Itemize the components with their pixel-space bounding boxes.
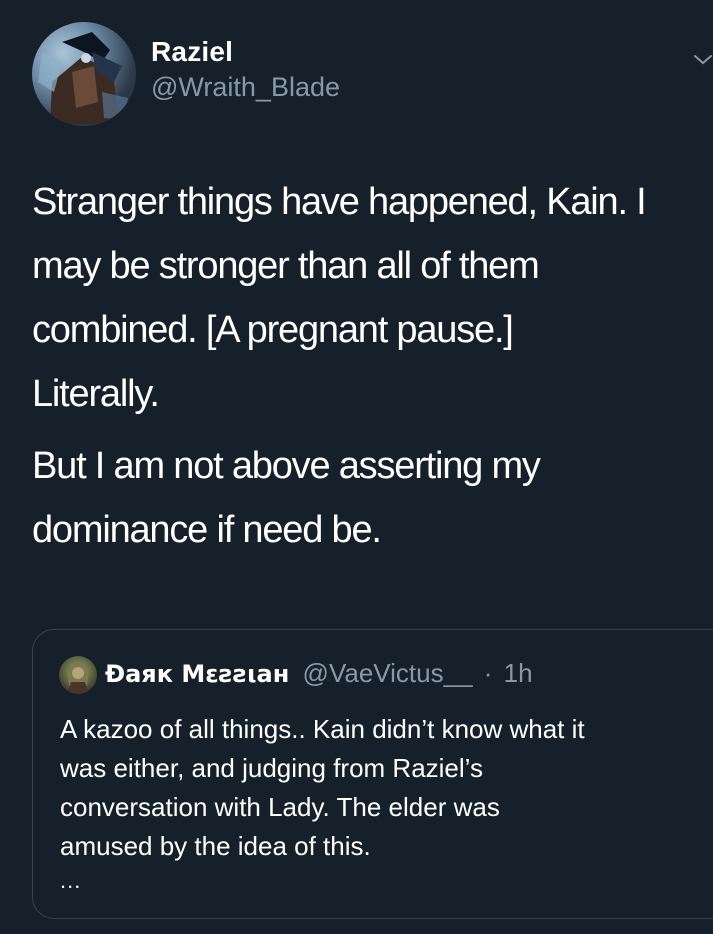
quoted-truncation-ellipsis: ... [60,868,82,893]
tweet-text: Stranger things have happened, Kain. I m… [32,170,713,562]
tweet-line: But I am not above asserting my [32,445,541,487]
quoted-tweet-header: Ɖаяк Мεƨƨιан @VaeVictus__ · 1h [105,658,533,689]
avatar-figure [38,32,128,126]
tweet-paragraph-1: Stranger things have happened, Kain. I m… [32,170,713,426]
author-avatar[interactable] [32,22,136,126]
tweet-paragraph-2: But I am not above asserting my dominanc… [32,434,713,562]
quoted-line: conversation with Lady. The elder was [60,792,500,822]
chevron-down-icon[interactable] [693,50,713,70]
tweet-line: combined. [A pregnant pause.] [32,309,514,351]
author-handle[interactable]: @Wraith_Blade [151,72,340,103]
tweet-line: may be stronger than all of them [32,245,540,287]
quoted-line: amused by the idea of this. [60,831,371,861]
quoted-line: A kazoo of all things.. Kain didn’t know… [60,714,585,744]
author-display-name[interactable]: Raziel [151,36,233,68]
tweet-line: dominance if need be. [32,509,382,551]
quoted-author-name: Ɖаяк Мεƨƨιан [105,660,290,688]
quoted-tweet-text: A kazoo of all things.. Kain didn’t know… [60,710,710,866]
quoted-tweet-card[interactable]: Ɖаяк Мεƨƨιан @VaeVictus__ · 1h A kazoo o… [32,629,713,919]
tweet-line: Literally. [32,373,160,415]
quoted-timestamp: 1h [503,658,533,688]
quoted-line: was either, and judging from Raziel’s [60,753,483,783]
quoted-separator: · [483,658,493,688]
quoted-author-handle: @VaeVictus__ [302,658,473,688]
quoted-author-avatar [59,656,97,694]
tweet-line: Stranger things have happened, Kain. I [32,181,647,223]
